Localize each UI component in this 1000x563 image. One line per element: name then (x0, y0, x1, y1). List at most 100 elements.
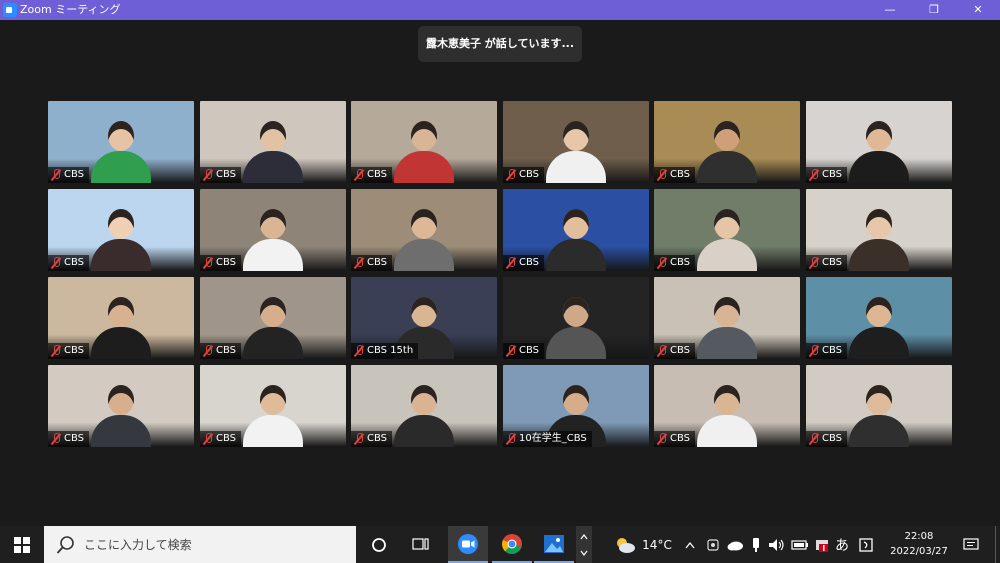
chrome-icon[interactable] (492, 526, 532, 563)
participant-tile[interactable]: CBS (200, 101, 346, 183)
participant-body (849, 415, 909, 447)
usb-device-icon[interactable] (748, 526, 764, 563)
show-desktop-button[interactable] (995, 526, 1000, 563)
participant-face (260, 297, 286, 327)
participant-tile[interactable]: 10在学生_CBS (503, 365, 649, 447)
cortana-icon[interactable] (362, 526, 396, 563)
system-clock[interactable]: 22:08 2022/03/27 (878, 529, 960, 561)
participant-name-label: CBS (654, 255, 696, 271)
participant-tile[interactable]: CBS (654, 101, 800, 183)
participant-tile[interactable]: CBS (48, 277, 194, 359)
muted-mic-icon (809, 169, 819, 181)
participant-face (714, 121, 740, 151)
participant-tile[interactable]: CBS 15th (351, 277, 497, 359)
participant-tile[interactable]: CBS (806, 189, 952, 271)
weather-icon[interactable] (610, 526, 640, 563)
muted-mic-icon (354, 433, 364, 445)
participant-tile[interactable]: CBS (806, 277, 952, 359)
muted-mic-icon (203, 169, 213, 181)
participant-body (91, 239, 151, 271)
muted-mic-icon (203, 345, 213, 357)
participant-tile[interactable]: CBS (806, 101, 952, 183)
participant-tile[interactable]: CBS (351, 365, 497, 447)
participant-tile[interactable]: CBS (351, 189, 497, 271)
participant-body (91, 415, 151, 447)
participant-name: CBS (670, 169, 691, 180)
participant-body (546, 239, 606, 271)
weather-temperature[interactable]: 14°C (640, 526, 674, 563)
participant-tile[interactable]: CBS (48, 365, 194, 447)
muted-mic-icon (657, 345, 667, 357)
participant-tile[interactable]: CBS (503, 189, 649, 271)
muted-mic-icon (657, 169, 667, 181)
photos-icon[interactable] (534, 526, 574, 563)
meeting-area: 露木恵美子 が話しています... CBS CBS CBS CBS CBS CBS CBS CB… (0, 20, 1000, 526)
participant-face (108, 121, 134, 151)
participant-name-label: CBS (654, 431, 696, 447)
participant-tile[interactable]: CBS (351, 101, 497, 183)
minimize-button[interactable]: — (868, 0, 912, 20)
participant-tile[interactable]: CBS (200, 189, 346, 271)
participant-tile[interactable]: CBS (200, 365, 346, 447)
participant-name: CBS (670, 345, 691, 356)
participant-face (260, 121, 286, 151)
participant-face (411, 297, 437, 327)
window-titlebar[interactable]: Zoom ミーティング — ❐ ✕ (0, 0, 1000, 20)
participant-face (563, 209, 589, 239)
ime-pad-icon[interactable] (856, 526, 876, 563)
participant-tile[interactable]: CBS (654, 365, 800, 447)
tray-expand-chevron-icon[interactable] (682, 526, 698, 563)
restore-button[interactable]: ❐ (912, 0, 956, 20)
participant-name: CBS (216, 257, 237, 268)
participant-tile[interactable]: CBS (806, 365, 952, 447)
muted-mic-icon (657, 433, 667, 445)
muted-mic-icon (354, 257, 364, 269)
participant-tile[interactable]: CBS (48, 189, 194, 271)
zoom-taskbar-icon[interactable] (448, 526, 488, 563)
taskbar-search[interactable]: ここに入力して検索 (44, 526, 356, 563)
participant-tile[interactable]: CBS (654, 277, 800, 359)
zoom-app-icon (3, 3, 17, 17)
action-center-icon[interactable] (958, 526, 984, 563)
participant-name-label: 10在学生_CBS (503, 431, 592, 447)
participant-tile[interactable]: CBS (200, 277, 346, 359)
muted-mic-icon (354, 169, 364, 181)
onedrive-cloud-icon[interactable] (724, 526, 746, 563)
participant-tile[interactable]: CBS (503, 277, 649, 359)
muted-mic-icon (506, 433, 516, 445)
search-placeholder: ここに入力して検索 (84, 538, 192, 552)
ime-mode-indicator[interactable]: あ (832, 526, 852, 563)
notification-badge-icon[interactable] (812, 526, 832, 563)
participant-name: CBS (216, 433, 237, 444)
meet-now-icon[interactable] (704, 526, 722, 563)
participant-name-label: CBS (200, 431, 242, 447)
participant-face (714, 297, 740, 327)
participant-body (849, 239, 909, 271)
taskbar-overflow-chevron-icon[interactable] (576, 526, 592, 563)
participant-body (243, 415, 303, 447)
close-button[interactable]: ✕ (956, 0, 1000, 20)
participant-name: CBS (822, 433, 843, 444)
volume-icon[interactable] (766, 526, 788, 563)
muted-mic-icon (51, 433, 61, 445)
participant-face (866, 297, 892, 327)
participant-tile[interactable]: CBS (48, 101, 194, 183)
participant-name-label: CBS (503, 343, 545, 359)
task-view-icon[interactable] (404, 526, 438, 563)
participant-tile[interactable]: CBS (654, 189, 800, 271)
participant-face (411, 209, 437, 239)
participant-body (697, 415, 757, 447)
participant-name-label: CBS (48, 431, 90, 447)
participant-face (411, 121, 437, 151)
windows-taskbar: ここに入力して検索 14°C あ 22:08 2022/03/27 (0, 526, 1000, 563)
participant-name-label: CBS (48, 343, 90, 359)
participant-body (697, 151, 757, 183)
participant-name: CBS (519, 169, 540, 180)
participant-tile[interactable]: CBS (503, 101, 649, 183)
window-title: Zoom ミーティング (20, 3, 121, 16)
start-button[interactable] (0, 526, 44, 563)
participant-name: CBS (822, 345, 843, 356)
muted-mic-icon (51, 169, 61, 181)
battery-icon[interactable] (790, 526, 810, 563)
participant-name: CBS (822, 257, 843, 268)
